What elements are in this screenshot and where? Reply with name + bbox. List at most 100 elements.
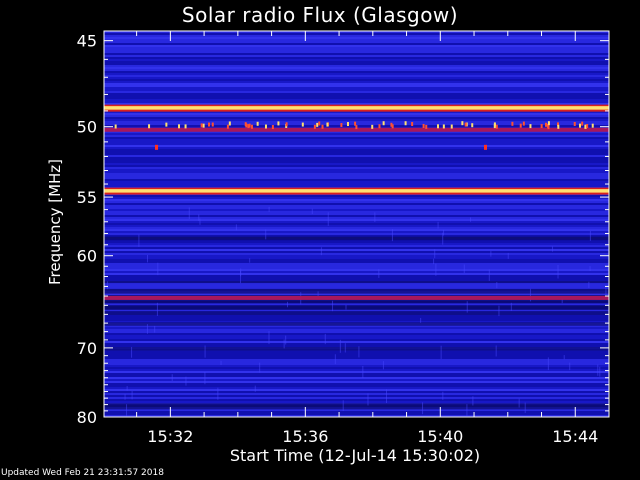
noise-speckle	[510, 302, 512, 311]
interference-blip	[200, 123, 203, 128]
y-tick-label: 80	[77, 408, 97, 427]
noise-stripe	[104, 151, 609, 153]
noise-stripe	[104, 57, 609, 59]
noise-speckle	[358, 346, 360, 358]
noise-speckle	[466, 301, 468, 313]
noise-stripe	[104, 341, 609, 343]
noise-stripe	[104, 33, 609, 35]
noise-stripe	[104, 227, 609, 229]
noise-stripe	[104, 355, 609, 357]
interference-blip	[301, 122, 304, 127]
noise-speckle	[249, 258, 251, 263]
noise-stripe	[104, 213, 609, 215]
noise-stripe	[104, 285, 609, 287]
noise-speckle	[126, 385, 128, 391]
noise-stripe	[104, 255, 609, 257]
noise-stripe	[104, 65, 609, 67]
noise-speckle	[496, 281, 498, 289]
noise-stripe	[104, 115, 609, 117]
interference-blip	[547, 121, 550, 126]
noise-stripe	[104, 231, 609, 233]
noise-stripe	[104, 337, 609, 339]
noise-speckle	[311, 208, 313, 214]
x-tick-label: 15:32	[147, 427, 193, 446]
noise-stripe	[104, 331, 609, 333]
interference-blip	[316, 122, 319, 127]
noise-stripe	[104, 267, 609, 269]
noise-stripe	[104, 157, 609, 159]
noise-stripe	[104, 45, 609, 47]
noise-speckle	[188, 207, 190, 219]
noise-stripe	[104, 287, 609, 289]
noise-speckle	[185, 376, 187, 386]
noise-stripe	[104, 121, 609, 123]
noise-stripe	[104, 113, 609, 115]
noise-stripe	[104, 139, 609, 141]
noise-speckle	[146, 254, 148, 263]
noise-speckle	[374, 212, 376, 222]
noise-stripe	[104, 53, 609, 55]
noise-speckle	[131, 390, 133, 400]
interference-blip	[581, 121, 584, 126]
noise-speckle	[146, 324, 148, 334]
noise-stripe	[104, 167, 609, 169]
noise-stripe	[104, 49, 609, 51]
noise-speckle	[217, 387, 219, 400]
noise-stripe	[104, 75, 609, 77]
noise-stripe	[104, 353, 609, 355]
noise-speckle	[589, 230, 591, 241]
noise-stripe	[104, 159, 609, 161]
noise-stripe	[104, 283, 609, 285]
interference-blip	[247, 124, 250, 129]
noise-speckle	[420, 317, 422, 323]
emission-band-core	[104, 189, 609, 193]
noise-stripe	[104, 141, 609, 143]
noise-stripe	[104, 207, 609, 209]
interference-blip	[450, 124, 453, 129]
noise-stripe	[104, 83, 609, 85]
noise-stripe	[104, 85, 609, 87]
noise-stripe	[104, 247, 609, 249]
noise-stripe	[104, 351, 609, 353]
noise-stripe	[104, 143, 609, 145]
noise-stripe	[104, 243, 609, 245]
noise-speckle	[345, 304, 347, 310]
noise-speckle	[563, 355, 565, 360]
noise-speckle	[472, 396, 474, 406]
noise-stripe	[104, 343, 609, 345]
noise-stripe	[104, 165, 609, 167]
noise-speckle	[569, 362, 571, 371]
interference-blip	[178, 124, 181, 129]
interference-blip	[313, 124, 316, 129]
noise-speckle	[362, 365, 364, 379]
noise-speckle	[265, 229, 267, 240]
noise-stripe	[104, 97, 609, 99]
noise-speckle	[334, 354, 336, 365]
interference-blip	[148, 124, 151, 129]
interference-blip	[378, 124, 381, 129]
interference-blip	[522, 121, 525, 126]
noise-speckle	[171, 374, 173, 382]
noise-stripe	[104, 275, 609, 277]
noise-stripe	[104, 367, 609, 369]
noise-speckle	[524, 402, 526, 414]
interference-blip	[471, 123, 474, 128]
noise-stripe	[104, 197, 609, 199]
noise-stripe	[104, 225, 609, 227]
noise-stripe	[104, 251, 609, 253]
interference-blip	[557, 124, 560, 129]
noise-stripe	[104, 305, 609, 309]
noise-stripe	[104, 413, 609, 415]
noise-stripe	[104, 259, 609, 261]
noise-stripe	[104, 371, 609, 373]
noise-stripe	[104, 169, 609, 171]
noise-stripe	[104, 221, 609, 223]
noise-speckle	[287, 301, 289, 308]
interference-blip	[326, 122, 329, 127]
interference-blip	[390, 122, 393, 127]
noise-stripe	[104, 79, 609, 81]
noise-stripe	[104, 375, 609, 377]
noise-speckle	[552, 246, 554, 252]
noise-speckle	[235, 224, 237, 231]
noise-speckle	[324, 333, 326, 345]
